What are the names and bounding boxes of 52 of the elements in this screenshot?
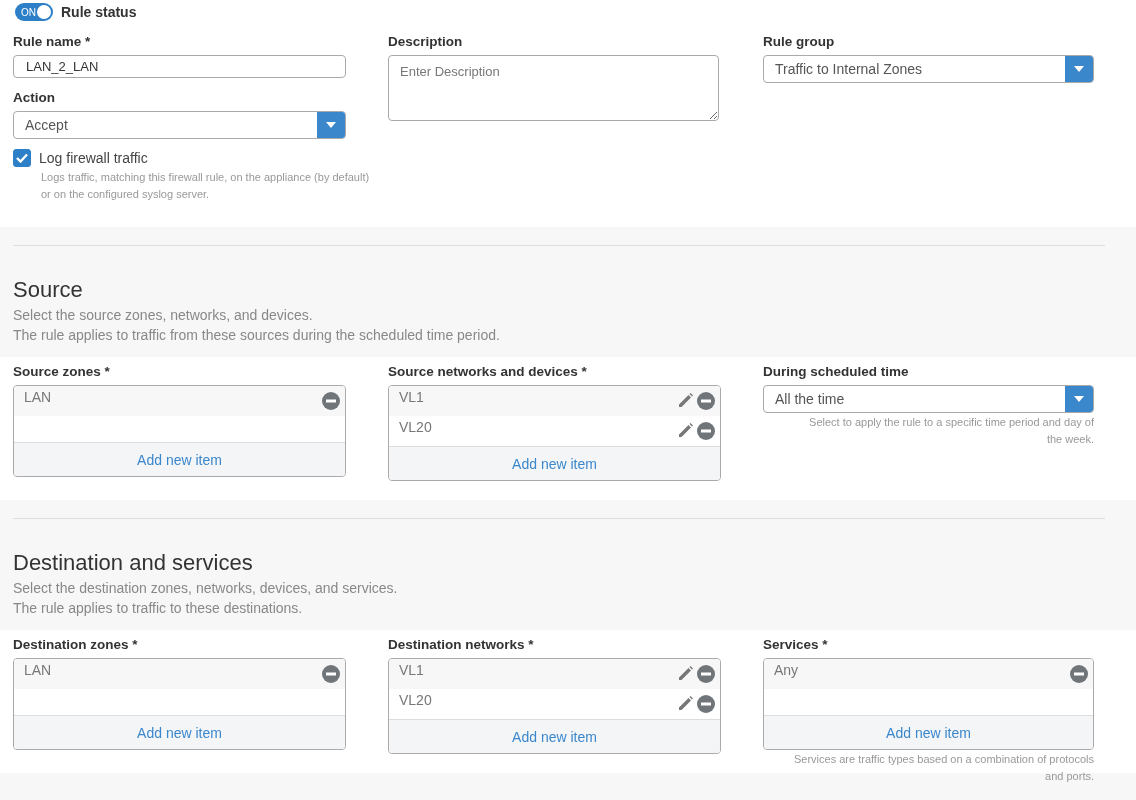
section-description: Select the source zones, networks, and devices. xyxy=(13,306,314,325)
field-label: Description xyxy=(388,34,463,49)
pencil-icon[interactable] xyxy=(677,665,694,682)
list-item[interactable]: Any xyxy=(764,659,1093,689)
remove-icon[interactable] xyxy=(697,422,715,440)
field-label: Rule status xyxy=(61,4,137,20)
field-label: Source zones * xyxy=(13,364,110,379)
section-description: Select the destination zones, networks, devices, and services. xyxy=(13,579,399,598)
pencil-icon[interactable] xyxy=(677,392,694,409)
description-field[interactable]: Enter Description xyxy=(388,55,719,121)
pencil-icon[interactable] xyxy=(677,422,694,439)
list-item[interactable]: VL1 xyxy=(389,659,720,689)
section-description: The rule applies to traffic to these destinations. xyxy=(13,599,304,618)
help-text: Services are traffic types based on a combination of protocols and ports. xyxy=(793,752,1094,784)
caret-icon xyxy=(1074,396,1084,402)
section-title: Source xyxy=(13,277,84,303)
field-label: Rule name * xyxy=(13,34,91,49)
field-label: Action xyxy=(13,90,55,105)
checkbox[interactable] xyxy=(13,149,31,167)
help-text: Select to apply the rule to a specific time period and day of the week. xyxy=(808,415,1094,447)
remove-icon[interactable] xyxy=(1070,665,1088,683)
list-item[interactable]: LAN xyxy=(14,386,345,416)
input-field[interactable]: LAN_2_LAN xyxy=(13,55,346,78)
list-item[interactable]: VL1 xyxy=(389,386,720,416)
field-label: Source networks and devices * xyxy=(388,364,587,379)
field-label: During scheduled time xyxy=(763,364,909,379)
help-text: Logs traffic, matching this firewall rule, on the appliance (by default) or on the configured syslog server. xyxy=(40,170,371,202)
add-item-button[interactable]: Add new item xyxy=(14,442,345,476)
field-label: Destination zones * xyxy=(13,637,138,652)
pencil-icon[interactable] xyxy=(677,695,694,712)
add-item-button[interactable]: Add new item xyxy=(389,719,720,753)
section-title: Destination and services xyxy=(13,550,254,576)
caret-icon xyxy=(1074,66,1084,72)
add-item-button[interactable]: Add new item xyxy=(14,715,345,749)
toggle-switch[interactable]: ON xyxy=(15,3,53,21)
section-description: The rule applies to traffic from these sources during the scheduled time period. xyxy=(13,326,501,345)
remove-icon[interactable] xyxy=(697,665,715,683)
add-item-button[interactable]: Add new item xyxy=(764,715,1093,749)
dropdown[interactable]: Accept xyxy=(13,111,346,139)
dropdown[interactable]: Traffic to Internal Zones xyxy=(763,55,1094,83)
remove-icon[interactable] xyxy=(697,695,715,713)
list-item[interactable]: LAN xyxy=(14,659,345,689)
dropdown[interactable]: All the time xyxy=(763,385,1094,413)
caret-icon xyxy=(326,122,336,128)
field-label: Destination networks * xyxy=(388,637,534,652)
remove-icon[interactable] xyxy=(322,392,340,410)
field-label: Services * xyxy=(763,637,828,652)
remove-icon[interactable] xyxy=(697,392,715,410)
field-label: Rule group xyxy=(763,34,835,49)
checkbox-label: Log firewall traffic xyxy=(39,150,148,166)
add-item-button[interactable]: Add new item xyxy=(389,446,720,480)
remove-icon[interactable] xyxy=(322,665,340,683)
